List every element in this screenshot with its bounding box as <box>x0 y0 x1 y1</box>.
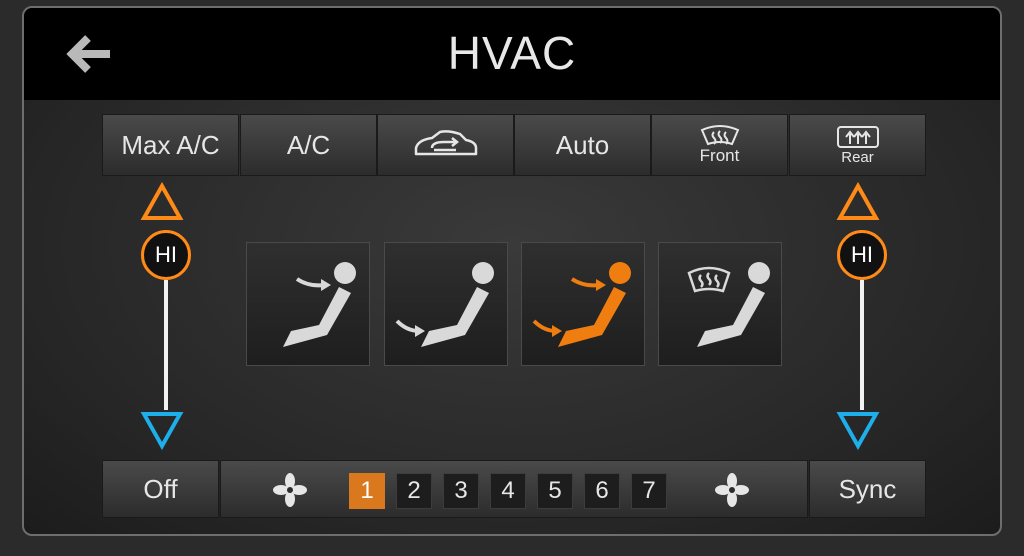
rear-defrost-icon <box>836 125 879 148</box>
max-ac-label: Max A/C <box>121 129 220 160</box>
right-temp-slider-track[interactable] <box>860 280 864 410</box>
max-ac-button[interactable]: Max A/C <box>102 114 239 176</box>
fan-speed-5[interactable]: 5 <box>537 473 573 509</box>
fan-speed-7[interactable]: 7 <box>631 473 667 509</box>
header: HVAC <box>24 8 1000 100</box>
sync-button[interactable]: Sync <box>809 460 926 518</box>
fan-speed-bar: 1 2 3 4 5 6 7 <box>220 460 808 518</box>
fan-speed-4[interactable]: 4 <box>490 473 526 509</box>
left-temp-up-icon[interactable] <box>140 182 184 222</box>
auto-button[interactable]: Auto <box>514 114 651 176</box>
mode-feet-button[interactable] <box>384 242 508 366</box>
right-temp-value[interactable]: HI <box>837 230 887 280</box>
front-label: Front <box>699 146 740 165</box>
ac-label: A/C <box>286 129 331 160</box>
fan-speed-3[interactable]: 3 <box>443 473 479 509</box>
fan-speed-2[interactable]: 2 <box>396 473 432 509</box>
recirculation-icon <box>414 130 477 156</box>
fan-speed-6[interactable]: 6 <box>584 473 620 509</box>
fan-low-icon[interactable] <box>273 473 307 507</box>
left-temp-down-icon[interactable] <box>140 410 184 450</box>
airflow-defrost-feet-icon <box>687 262 770 347</box>
front-defrost-icon <box>700 125 739 146</box>
left-temperature-control: HI <box>134 182 194 452</box>
airflow-feet-icon <box>395 262 494 347</box>
off-label: Off <box>143 473 178 504</box>
hvac-panel: HVAC Max A/C A/C Auto Front Rear HI HI O… <box>22 6 1002 536</box>
right-temperature-control: HI <box>830 182 890 452</box>
rear-label: Rear <box>841 148 874 166</box>
front-defrost-button[interactable]: Front <box>651 114 788 176</box>
right-temp-up-icon[interactable] <box>836 182 880 222</box>
left-temp-value[interactable]: HI <box>141 230 191 280</box>
mode-face-button[interactable] <box>246 242 370 366</box>
page-title: HVAC <box>447 27 577 79</box>
sync-label: Sync <box>838 473 897 504</box>
recirculation-button[interactable] <box>377 114 514 176</box>
fan-high-icon[interactable] <box>715 473 749 507</box>
mode-face-feet-button[interactable] <box>521 242 645 366</box>
right-temp-down-icon[interactable] <box>836 410 880 450</box>
auto-label: Auto <box>555 129 610 160</box>
fan-speed-1[interactable]: 1 <box>349 473 385 509</box>
off-button[interactable]: Off <box>102 460 219 518</box>
airflow-face-icon <box>283 262 356 347</box>
ac-button[interactable]: A/C <box>240 114 377 176</box>
rear-defrost-button[interactable]: Rear <box>789 114 926 176</box>
mode-defrost-feet-button[interactable] <box>658 242 782 366</box>
left-temp-slider-track[interactable] <box>164 280 168 410</box>
airflow-face-feet-icon <box>532 262 631 347</box>
